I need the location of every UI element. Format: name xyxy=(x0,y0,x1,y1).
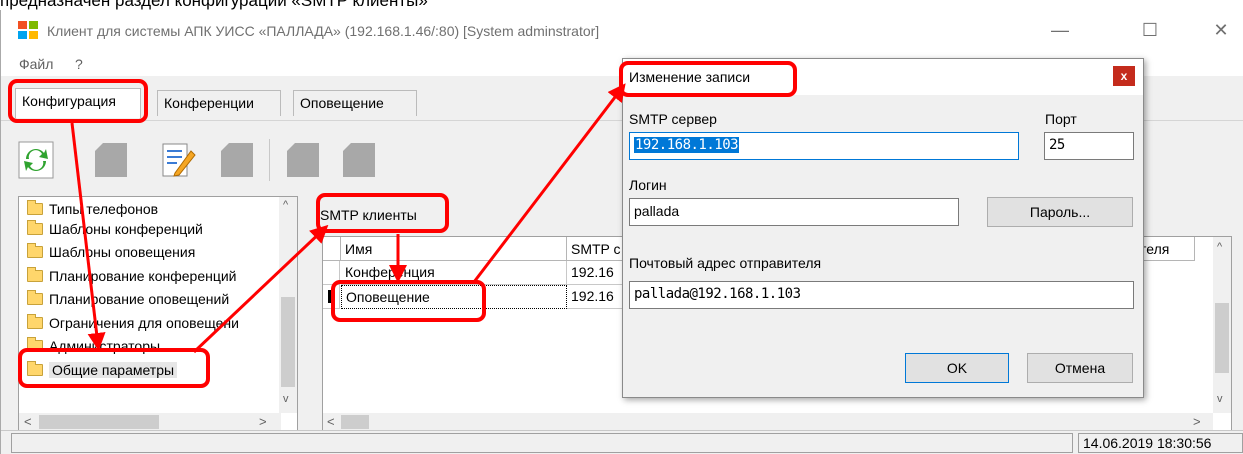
scroll-down-icon[interactable]: v xyxy=(283,393,289,405)
ok-button[interactable]: OK xyxy=(905,353,1009,383)
scroll-thumb[interactable] xyxy=(39,415,159,429)
tree-item-notification-limits[interactable]: Ограничения для оповещени xyxy=(27,314,239,335)
scroll-down-icon[interactable]: v xyxy=(1217,393,1223,405)
down-icon[interactable] xyxy=(341,141,377,179)
highlight-dialog-title xyxy=(619,61,797,97)
tab-notification[interactable]: Оповещение xyxy=(293,90,417,116)
tree-item-phone-types[interactable]: Типы телефонов xyxy=(27,200,159,221)
tree-item-label: Ограничения для оповещени xyxy=(49,315,239,331)
dialog-close-button[interactable]: x xyxy=(1113,66,1135,86)
smtp-server-value: 192.168.1.103 xyxy=(634,137,740,153)
refresh-icon[interactable] xyxy=(18,141,54,179)
tree-item-label: Типы телефонов xyxy=(49,201,159,217)
menu-help[interactable]: ? xyxy=(75,56,83,72)
scroll-left-icon[interactable]: < xyxy=(24,414,32,429)
scroll-right-icon[interactable]: > xyxy=(1193,414,1201,429)
scroll-thumb[interactable] xyxy=(281,297,295,387)
grid-corner-cell xyxy=(323,237,341,261)
window-title: Клиент для системы АПК УИСС «ПАЛЛАДА» (1… xyxy=(47,23,600,39)
smtp-server-label: SMTP сервер xyxy=(629,111,717,127)
port-label: Порт xyxy=(1045,111,1077,127)
add-icon[interactable] xyxy=(93,141,129,179)
status-panel-message xyxy=(11,433,1073,453)
folder-icon xyxy=(27,220,43,235)
tree-item-conference-planning[interactable]: Планирование конференций xyxy=(27,267,237,288)
table-cell-smtp[interactable]: 192.16 xyxy=(567,285,627,309)
login-input[interactable]: pallada xyxy=(629,198,959,226)
scroll-thumb[interactable] xyxy=(341,415,369,429)
status-datetime: 14.06.2019 18:30:56 xyxy=(1078,433,1243,453)
tree-vertical-scrollbar[interactable]: ^ v xyxy=(279,197,297,413)
scroll-thumb[interactable] xyxy=(1215,303,1229,373)
tree-item-label: Планирование оповещений xyxy=(49,291,230,307)
scroll-right-icon[interactable]: > xyxy=(259,414,267,429)
tree-item-label: Шаблоны конференций xyxy=(49,221,203,237)
config-tree: Типы телефонов Шаблоны конференций Шабло… xyxy=(18,196,298,432)
tree-item-conference-templates[interactable]: Шаблоны конференций xyxy=(27,220,203,241)
grid-vertical-scrollbar[interactable]: ^ v xyxy=(1213,237,1231,413)
maximize-button[interactable]: ☐ xyxy=(1135,18,1165,42)
toolbar-separator xyxy=(269,139,270,181)
sender-address-label: Почтовый адрес отправителя xyxy=(629,255,822,271)
tree-horizontal-scrollbar[interactable]: < > xyxy=(19,413,281,431)
folder-icon xyxy=(27,290,43,305)
port-input[interactable]: 25 xyxy=(1044,132,1134,160)
scroll-up-icon[interactable]: ^ xyxy=(283,199,288,211)
scroll-up-icon[interactable]: ^ xyxy=(1217,241,1222,253)
highlight-smtp-clients xyxy=(316,193,449,233)
minimize-button[interactable]: — xyxy=(1045,18,1075,42)
tree-item-label: Планирование конференций xyxy=(49,268,237,284)
sender-address-input[interactable]: pallada@192.168.1.103 xyxy=(629,281,1134,309)
highlight-general-parameters xyxy=(18,348,210,388)
smtp-server-input[interactable]: 192.168.1.103 xyxy=(629,132,1019,160)
table-cell-smtp[interactable]: 192.16 xyxy=(567,261,627,285)
column-header-smtp[interactable]: SMTP с xyxy=(567,237,627,261)
password-button[interactable]: Пароль... xyxy=(987,197,1133,227)
scroll-left-icon[interactable]: < xyxy=(327,414,335,429)
delete-icon[interactable] xyxy=(219,141,255,179)
folder-icon xyxy=(27,200,43,215)
column-header-sender[interactable]: теля xyxy=(1135,237,1195,261)
column-header-name[interactable]: Имя xyxy=(341,237,567,261)
folder-icon xyxy=(27,267,43,282)
menu-file[interactable]: Файл xyxy=(19,56,53,72)
folder-icon xyxy=(27,243,43,258)
tab-conferences[interactable]: Конференции xyxy=(157,90,281,116)
app-icon xyxy=(18,21,38,39)
edit-record-dialog: Изменение записи x SMTP сервер 192.168.1… xyxy=(622,58,1144,398)
highlight-notification-row xyxy=(331,280,486,322)
close-button[interactable]: ✕ xyxy=(1206,18,1236,42)
edit-icon[interactable] xyxy=(161,141,197,179)
cancel-button[interactable]: Отмена xyxy=(1027,353,1133,383)
tree-item-notification-templates[interactable]: Шаблоны оповещения xyxy=(27,243,196,264)
highlight-tab-configuration xyxy=(8,79,148,123)
status-bar: 14.06.2019 18:30:56 xyxy=(1,430,1243,454)
folder-icon xyxy=(27,314,43,329)
title-bar: Клиент для системы АПК УИСС «ПАЛЛАДА» (1… xyxy=(1,10,1243,54)
up-icon[interactable] xyxy=(285,141,321,179)
tree-item-notification-planning[interactable]: Планирование оповещений xyxy=(27,290,230,311)
login-label: Логин xyxy=(629,177,667,193)
tree-item-label: Шаблоны оповещения xyxy=(49,244,196,260)
grid-horizontal-scrollbar[interactable]: < > xyxy=(323,413,1213,431)
